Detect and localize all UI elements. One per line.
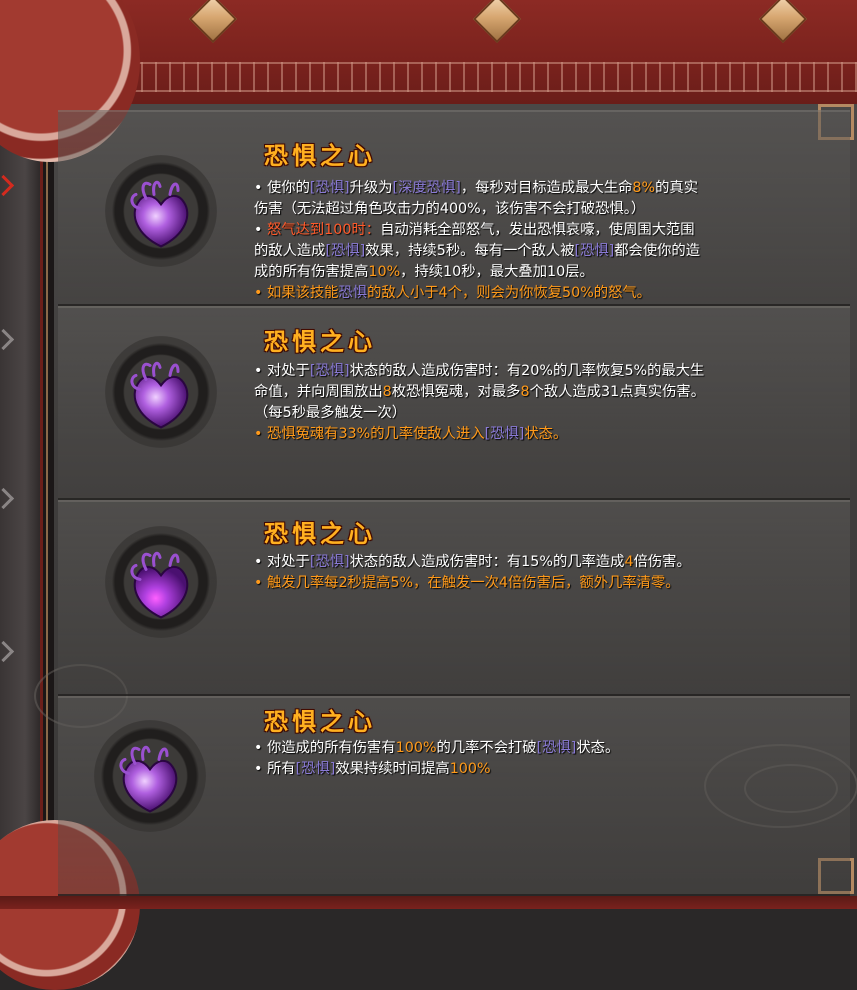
description-text: 个敌人造成31点真实伤害。	[529, 384, 706, 400]
description-line: （每5秒最多触发一次）	[254, 403, 705, 424]
keyword-text: [恐惧]	[484, 426, 525, 442]
description-text: 状态的敌人造成伤害时：有15%的几率造成	[349, 554, 625, 570]
skill-description: • 你造成的所有伤害有100%的几率不会打破[恐惧]状态。 • 所有[恐惧]效果持…	[254, 738, 619, 780]
skill-description: • 使你的[恐惧]升级为[深度恐惧]，每秒对目标造成最大生命8%的真实 伤害（无法…	[254, 178, 700, 304]
description-line: • 所有[恐惧]效果持续时间提高100%	[254, 759, 619, 780]
highlight-text: 10%	[368, 264, 401, 280]
keyword-text: [恐惧]	[536, 740, 577, 756]
keyword-text: [恐惧]	[325, 243, 366, 259]
description-text: ，持续10秒，最大叠加10层。	[400, 264, 594, 280]
rail-arrow-icon[interactable]	[0, 487, 15, 510]
description-line: 成的所有伤害提高10%，持续10秒，最大叠加10层。	[254, 262, 700, 283]
description-text: 状态的敌人造成伤害时：有20%的几率恢复5%的最大生	[349, 363, 705, 379]
description-line: • 怒气达到100时：自动消耗全部怒气，发出恐惧哀嚎，使周围大范围	[254, 220, 700, 241]
highlight-text: 状态。	[524, 426, 568, 442]
description-text: 伤害（无法超过角色攻击力的400%，该伤害不会打破恐惧。）	[254, 201, 646, 217]
skill-description: • 对处于[恐惧]状态的敌人造成伤害时：有15%的几率造成4倍伤害。 • 触发几率…	[254, 552, 691, 594]
description-line: 的敌人造成[恐惧]效果，持续5秒。每有一个敌人被[恐惧]都会使你的造	[254, 241, 700, 262]
fear-heart-icon	[119, 745, 178, 813]
highlight-text: 8	[382, 384, 392, 400]
description-text: 成的所有伤害提高	[254, 264, 369, 280]
keyword-text: [恐惧]	[295, 761, 336, 777]
icon-frame	[94, 720, 206, 832]
description-text: • 对处于	[254, 554, 310, 570]
description-text: （每5秒最多触发一次）	[254, 405, 407, 421]
keyword-text: [恐惧]	[309, 363, 350, 379]
icon-frame	[105, 336, 217, 448]
keyword-text: [恐惧]	[574, 243, 615, 259]
highlight-text: 的敌人小于4个，则会为你恢复50%的怒气。	[367, 285, 651, 301]
description-text: 状态。	[576, 740, 620, 756]
highlight-text: 100%	[449, 761, 491, 777]
description-text: • 使你的	[254, 180, 310, 196]
highlight-text: • 恐惧冤魂有33%的几率使敌人进入	[254, 426, 485, 442]
description-text: 的敌人造成	[254, 243, 326, 259]
description-text: • 你造成的所有伤害有	[254, 740, 396, 756]
description-text: 升级为	[349, 180, 393, 196]
description-text: 效果，持续5秒。每有一个敌人被	[365, 243, 575, 259]
description-line: 命值，并向周围放出8枚恐惧冤魂，对最多8个敌人造成31点真实伤害。	[254, 382, 705, 403]
skill-card[interactable]: 恐惧之心 • 使你的[恐惧]升级为[深度恐惧]，每秒对目标造成最大生命8%的真实…	[58, 110, 850, 306]
fear-heart-icon	[130, 361, 189, 429]
rail-arrow-icon[interactable]	[0, 640, 15, 663]
fear-heart-icon	[130, 180, 189, 248]
highlight-text: 100%	[395, 740, 437, 756]
description-text: 的几率不会打破	[436, 740, 537, 756]
description-text: ，每秒对目标造成最大生命	[460, 180, 633, 196]
description-line: • 你造成的所有伤害有100%的几率不会打破[恐惧]状态。	[254, 738, 619, 759]
description-text: 效果持续时间提高	[335, 761, 450, 777]
highlight-text: 8%	[632, 180, 656, 196]
description-text: •	[254, 222, 267, 238]
description-text: • 对处于	[254, 363, 310, 379]
icon-frame	[105, 155, 217, 267]
description-text: • 所有	[254, 761, 296, 777]
description-line: • 恐惧冤魂有33%的几率使敌人进入[恐惧]状态。	[254, 424, 705, 445]
left-rail	[0, 104, 42, 909]
rail-arrow-icon[interactable]	[0, 174, 15, 197]
description-line: • 如果该技能恐惧的敌人小于4个，则会为你恢复50%的怒气。	[254, 283, 700, 304]
skill-card[interactable]: 恐惧之心 • 对处于[恐惧]状态的敌人造成伤害时：有20%的几率恢复5%的最大生…	[58, 306, 850, 500]
description-text: 都会使你的造	[614, 243, 701, 259]
highlight-text: 4	[624, 554, 634, 570]
skill-title: 恐惧之心	[264, 327, 376, 356]
description-line: • 触发几率每2秒提高5%，在触发一次4倍伤害后，额外几率清零。	[254, 573, 691, 594]
keyword-text: 恐惧	[338, 285, 368, 301]
highlight-text: • 如果该技能	[254, 285, 339, 301]
icon-frame	[105, 526, 217, 638]
description-line: • 使你的[恐惧]升级为[深度恐惧]，每秒对目标造成最大生命8%的真实	[254, 178, 700, 199]
description-line: • 对处于[恐惧]状态的敌人造成伤害时：有20%的几率恢复5%的最大生	[254, 361, 705, 382]
description-text: 倍伤害。	[633, 554, 691, 570]
skill-title: 恐惧之心	[264, 141, 376, 170]
description-line: • 对处于[恐惧]状态的敌人造成伤害时：有15%的几率造成4倍伤害。	[254, 552, 691, 573]
skill-card[interactable]: 恐惧之心 • 对处于[恐惧]状态的敌人造成伤害时：有15%的几率造成4倍伤害。 •…	[58, 500, 850, 696]
skill-title: 恐惧之心	[264, 707, 376, 736]
highlight-text: 8	[520, 384, 530, 400]
description-text: 枚恐惧冤魂，对最多	[391, 384, 521, 400]
skill-card[interactable]: 恐惧之心 • 你造成的所有伤害有100%的几率不会打破[恐惧]状态。 • 所有[恐…	[58, 696, 850, 896]
rail-arrow-icon[interactable]	[0, 328, 15, 351]
keyword-text: [恐惧]	[309, 554, 350, 570]
description-line: 伤害（无法超过角色攻击力的400%，该伤害不会打破恐惧。）	[254, 199, 700, 220]
description-text: 命值，并向周围放出	[254, 384, 383, 400]
keyword-text: [深度恐惧]	[392, 180, 461, 196]
highlight-text: 怒气达到100时：	[266, 222, 381, 238]
description-text: 的真实	[655, 180, 698, 196]
keyword-text: [恐惧]	[309, 180, 350, 196]
meander-border	[135, 62, 857, 92]
bottom-strip	[0, 896, 857, 909]
skill-title: 恐惧之心	[264, 519, 376, 548]
highlight-text: • 触发几率每2秒提高5%，在触发一次4倍伤害后，额外几率清零。	[254, 575, 680, 591]
description-text: 自动消耗全部怒气，发出恐惧哀嚎，使周围大范围	[380, 222, 695, 238]
skill-description: • 对处于[恐惧]状态的敌人造成伤害时：有20%的几率恢复5%的最大生 命值，并向…	[254, 361, 705, 445]
left-border	[40, 104, 54, 909]
fear-heart-icon	[130, 551, 189, 619]
